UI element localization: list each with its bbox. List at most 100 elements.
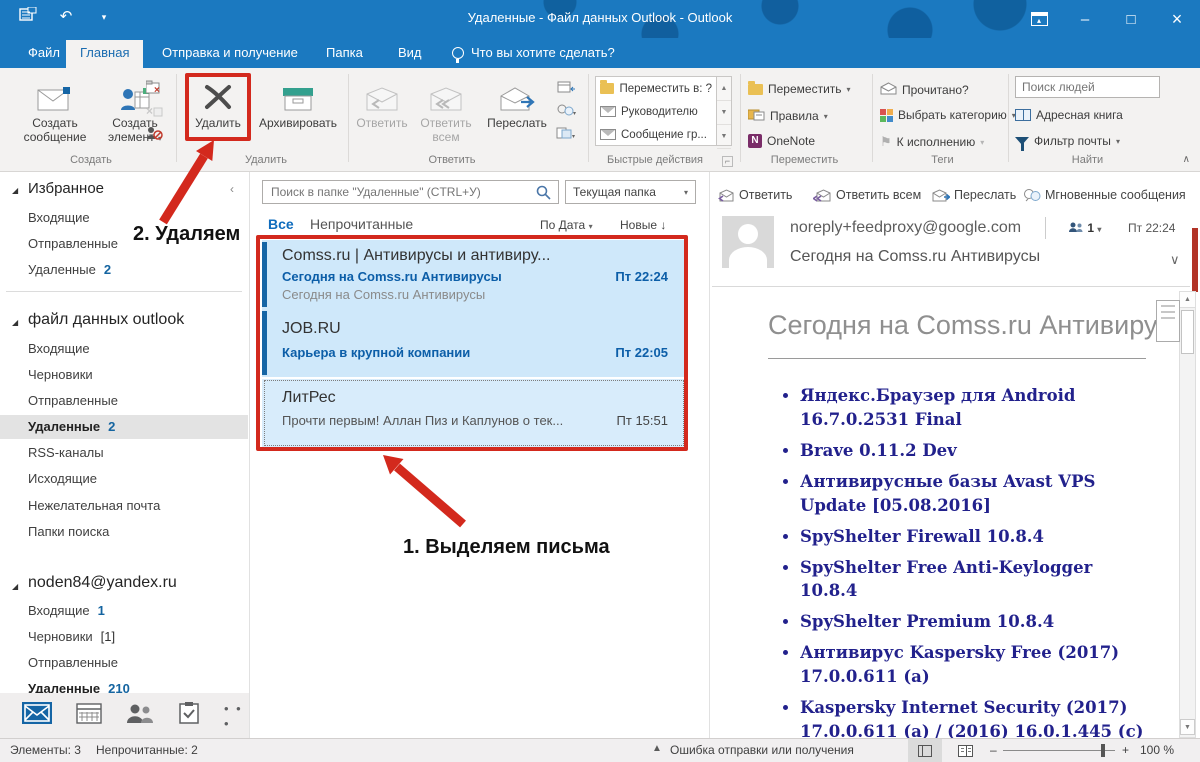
body-link[interactable]: Яндекс.Браузер для Android 16.7.0.2531 F… xyxy=(800,384,1152,432)
close-button[interactable]: × xyxy=(1154,0,1200,38)
scroll-down-icon[interactable]: ▼ xyxy=(1180,719,1195,735)
reply-action[interactable]: Ответить xyxy=(718,188,792,202)
block-sender-icon[interactable] xyxy=(146,126,163,142)
sidebar-item-inbox[interactable]: Входящие xyxy=(28,341,90,356)
meeting-icon[interactable] xyxy=(556,80,576,96)
quick-steps-dialog-launcher-icon[interactable]: ⌐ xyxy=(722,156,733,167)
body-link[interactable]: Антивирус Kaspersky Free (2017) 17.0.0.6… xyxy=(800,641,1152,689)
tasks-nav-icon[interactable] xyxy=(178,702,200,729)
forward-button[interactable]: Переслать xyxy=(482,74,552,130)
minimize-folder-pane-icon[interactable]: ‹ xyxy=(230,182,234,196)
more-nav-icon[interactable]: • • • xyxy=(224,701,249,731)
scrollbar-thumb[interactable] xyxy=(1181,310,1194,354)
mark-read-button[interactable]: Прочитано? xyxy=(880,82,969,98)
zoom-level[interactable]: 100 % xyxy=(1140,743,1174,757)
sidebar-item-rss[interactable]: RSS-каналы xyxy=(28,445,104,460)
scroll-down-icon[interactable]: ▼ xyxy=(717,101,731,125)
scroll-up-icon[interactable]: ▲ xyxy=(1180,292,1195,308)
sidebar-item-inbox-yandex[interactable]: Входящие 1 xyxy=(28,603,105,618)
quick-steps-scrollbar[interactable]: ▲ ▼ ▼ xyxy=(717,76,732,149)
tab-folder[interactable]: Папка xyxy=(312,38,377,68)
send-receive-error[interactable]: Ошибка отправки или получения xyxy=(670,743,854,757)
body-link[interactable]: Brave 0.11.2 Dev xyxy=(800,439,1152,463)
body-link[interactable]: SpyShelter Free Anti-Keylogger 10.8.4 xyxy=(800,556,1152,604)
zoom-in-button[interactable]: + xyxy=(1122,743,1129,757)
minimize-button[interactable]: – xyxy=(1062,0,1108,38)
calendar-nav-icon[interactable] xyxy=(76,702,102,729)
more-respond-icon[interactable]: ▾ xyxy=(556,126,576,142)
zoom-out-button[interactable]: – xyxy=(990,743,997,757)
rules-button[interactable]: Правила ▾ xyxy=(747,108,828,124)
search-scope-dropdown[interactable]: Текущая папка ▾ xyxy=(565,180,696,204)
sidebar-item-search-folders[interactable]: Папки поиска xyxy=(28,524,109,539)
tab-send-receive[interactable]: Отправка и получение xyxy=(148,38,312,68)
expand-header-icon[interactable]: ∨ xyxy=(1170,252,1180,268)
sort-order-dropdown[interactable]: Новые ↓ xyxy=(620,218,666,232)
follow-up-button[interactable]: ⚑ К исполнению ▾ xyxy=(880,134,984,150)
reading-view-button[interactable] xyxy=(908,739,942,762)
tell-me-box[interactable]: Что вы хотите сделать? xyxy=(452,38,615,68)
quick-step-move-to[interactable]: Переместить в: ? xyxy=(596,77,716,100)
sender-address[interactable]: noreply+feedproxy@google.com xyxy=(790,219,1021,237)
tab-file[interactable]: Файл xyxy=(14,38,74,68)
reading-scrollbar[interactable]: ▲ ▼ xyxy=(1179,291,1196,738)
expand-triangle-icon[interactable]: ◢ xyxy=(12,186,18,195)
data-file-header[interactable]: файл данных outlook xyxy=(28,311,184,329)
quick-step-to-manager[interactable]: Руководителю xyxy=(596,100,716,123)
sender-avatar[interactable] xyxy=(722,216,774,268)
sort-by-dropdown[interactable]: По Дата ▾ xyxy=(540,218,593,232)
sidebar-item-deleted-selected[interactable]: Удаленные 2 xyxy=(28,419,115,434)
address-book-button[interactable]: Адресная книга xyxy=(1015,108,1123,122)
search-people-input[interactable] xyxy=(1015,76,1160,98)
onenote-button[interactable]: N OneNote xyxy=(748,134,815,148)
body-link[interactable]: SpyShelter Firewall 10.8.4 xyxy=(800,525,1152,549)
body-link[interactable]: SpyShelter Premium 10.8.4 xyxy=(800,610,1152,634)
sidebar-item-junk[interactable]: Нежелательная почта xyxy=(28,498,160,513)
maximize-button[interactable]: □ xyxy=(1108,0,1154,38)
tab-home[interactable]: Главная xyxy=(66,40,144,68)
note-flyout-icon[interactable] xyxy=(1156,300,1180,342)
ignore-icon[interactable]: × xyxy=(145,80,163,96)
categorize-button[interactable]: Выбрать категорию ▾ xyxy=(880,108,1016,122)
more-quick-steps-icon[interactable]: ▼ xyxy=(717,125,731,149)
scroll-up-icon[interactable]: ▲ xyxy=(717,77,731,101)
collapse-ribbon-icon[interactable]: ∧ xyxy=(1183,154,1190,165)
archive-button[interactable]: Архивировать xyxy=(252,74,344,130)
mail-nav-icon[interactable] xyxy=(22,702,52,729)
move-button[interactable]: Переместить ▾ xyxy=(748,80,851,96)
filter-all-tab[interactable]: Все xyxy=(268,216,294,232)
expand-triangle-icon[interactable]: ◢ xyxy=(12,582,18,591)
sidebar-item-outbox[interactable]: Исходящие xyxy=(28,471,97,486)
favorites-header[interactable]: Избранное xyxy=(28,180,104,197)
filter-email-button[interactable]: Фильтр почты ▾ xyxy=(1015,134,1120,151)
body-link[interactable]: Kaspersky Internet Security (2017) 17.0.… xyxy=(800,696,1152,744)
new-message-button[interactable]: Создать сообщение xyxy=(12,74,98,144)
im-action[interactable]: Мгновенные сообщения xyxy=(1023,188,1186,202)
body-link[interactable]: Антивирусные базы Avast VPS Update [05.0… xyxy=(800,470,1152,518)
sidebar-item-inbox-fav[interactable]: Входящие xyxy=(28,210,90,225)
sidebar-item-drafts-yandex[interactable]: Черновики [1] xyxy=(28,629,115,644)
search-input[interactable] xyxy=(262,180,559,204)
zoom-slider-thumb[interactable] xyxy=(1101,744,1105,757)
sidebar-item-sent-yandex[interactable]: Отправленные xyxy=(28,655,118,670)
recipients-dropdown[interactable]: 1 ▾ xyxy=(1068,221,1101,235)
sidebar-item-drafts[interactable]: Черновики xyxy=(28,367,93,382)
zoom-slider[interactable] xyxy=(1003,744,1115,757)
sidebar-item-deleted-fav[interactable]: Удаленные 2 xyxy=(28,262,111,277)
expand-triangle-icon[interactable]: ◢ xyxy=(12,318,18,327)
filter-unread-tab[interactable]: Непрочитанные xyxy=(310,216,413,232)
im-icon[interactable]: ▾ xyxy=(556,103,576,119)
reading-mode-button[interactable] xyxy=(948,739,982,762)
sidebar-item-sent-fav[interactable]: Отправленные xyxy=(28,236,118,251)
reply-button[interactable]: Ответить xyxy=(352,74,412,130)
reply-all-button[interactable]: Ответить всем xyxy=(414,74,478,144)
people-nav-icon[interactable] xyxy=(126,702,154,729)
tab-view[interactable]: Вид xyxy=(384,38,436,68)
reply-all-action[interactable]: Ответить всем xyxy=(813,188,921,202)
sidebar-item-sent[interactable]: Отправленные xyxy=(28,393,118,408)
yandex-account-header[interactable]: noden84@yandex.ru xyxy=(28,574,177,592)
ribbon-display-options-icon[interactable]: ▴ xyxy=(1016,0,1062,38)
search-icon[interactable] xyxy=(536,185,551,205)
quick-step-team-message[interactable]: Сообщение гр... xyxy=(596,123,716,146)
forward-action[interactable]: Переслать xyxy=(932,188,1016,202)
